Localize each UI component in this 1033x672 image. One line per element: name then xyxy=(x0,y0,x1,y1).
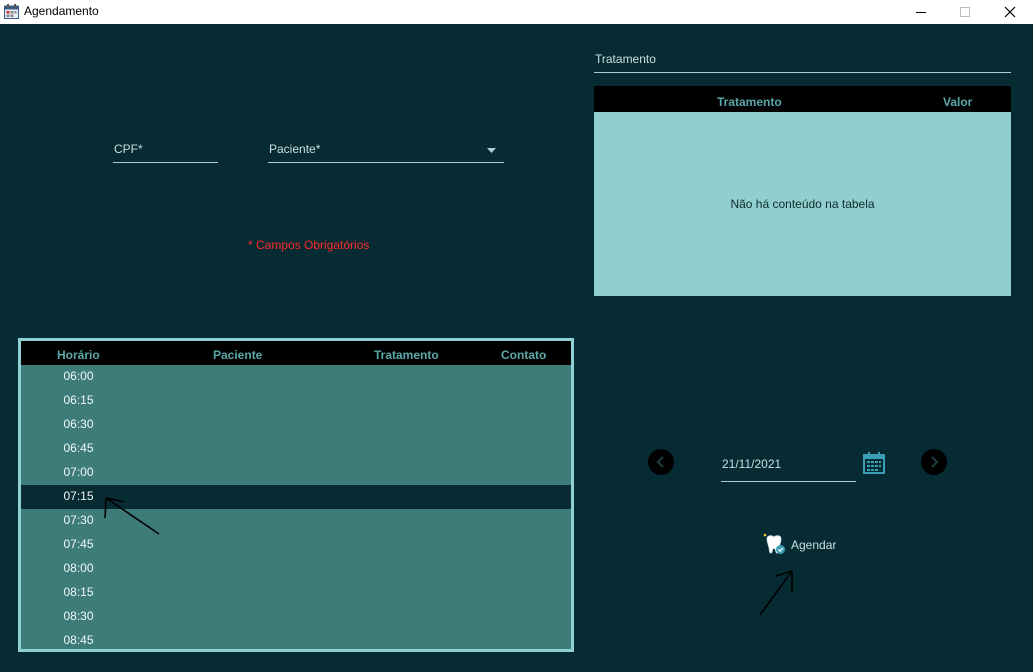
row-time: 07:45 xyxy=(63,537,94,551)
table-row[interactable]: 07:00 xyxy=(21,461,571,485)
treatment-table-header: Tratamento Valor xyxy=(594,86,1011,112)
schedule-table-header: Horário Paciente Tratamento Contato xyxy=(21,341,571,365)
maximize-button[interactable] xyxy=(942,0,988,24)
treatment-table: Tratamento Valor Não há conteúdo na tabe… xyxy=(594,86,1011,296)
minimize-icon xyxy=(916,12,926,13)
window-title: Agendamento xyxy=(24,4,99,18)
column-header-tratamento[interactable]: Tratamento xyxy=(717,95,782,109)
next-date-button[interactable] xyxy=(921,449,947,475)
row-time: 06:15 xyxy=(63,393,94,407)
table-row[interactable]: 08:30 xyxy=(21,605,571,629)
chevron-right-icon xyxy=(931,456,939,468)
table-row[interactable]: 06:15 xyxy=(21,389,571,413)
close-icon xyxy=(1004,6,1016,18)
previous-date-button[interactable] xyxy=(648,449,674,475)
row-time: 06:00 xyxy=(63,369,94,383)
title-bar: Agendamento xyxy=(0,0,1033,24)
table-row[interactable]: 08:00 xyxy=(21,557,571,581)
agendar-button[interactable]: Agendar xyxy=(762,533,842,557)
calendar-icon[interactable] xyxy=(863,452,885,474)
chevron-left-icon xyxy=(656,456,664,468)
row-time: 08:00 xyxy=(63,561,94,575)
agendar-label: Agendar xyxy=(791,538,837,552)
row-time: 08:30 xyxy=(63,609,94,623)
row-time: 08:45 xyxy=(63,633,94,647)
tratamento-label: Tratamento xyxy=(595,52,656,66)
close-button[interactable] xyxy=(987,0,1033,24)
column-header-horario[interactable]: Horário xyxy=(57,348,100,362)
tooth-icon xyxy=(763,533,785,554)
table-row[interactable]: 06:45 xyxy=(21,437,571,461)
column-header-valor[interactable]: Valor xyxy=(943,95,972,109)
empty-table-message: Não há conteúdo na tabela xyxy=(730,197,875,211)
row-time: 06:45 xyxy=(63,441,94,455)
table-row[interactable]: 08:15 xyxy=(21,581,571,605)
row-time: 08:15 xyxy=(63,585,94,599)
table-row[interactable]: 08:45 xyxy=(21,629,571,649)
chevron-down-icon xyxy=(487,148,496,153)
column-header-contato[interactable]: Contato xyxy=(501,348,546,362)
maximize-icon xyxy=(960,7,970,17)
date-value: 21/11/2021 xyxy=(722,457,782,471)
required-fields-note: * Campos Obrigatórios xyxy=(248,238,370,252)
paciente-label: Paciente* xyxy=(269,142,321,156)
paciente-select[interactable]: Paciente* xyxy=(268,136,504,163)
minimize-button[interactable] xyxy=(898,0,944,24)
cpf-label: CPF* xyxy=(114,142,143,156)
calendar-app-icon xyxy=(4,4,19,19)
annotation-arrow-icon xyxy=(759,570,793,616)
cpf-field[interactable]: CPF* xyxy=(113,136,218,163)
row-time: 07:00 xyxy=(63,465,94,479)
table-row[interactable]: 06:00 xyxy=(21,365,571,389)
date-field[interactable]: 21/11/2021 xyxy=(721,448,856,482)
tratamento-field[interactable]: Tratamento xyxy=(594,46,1011,73)
annotation-arrow-icon xyxy=(104,497,160,535)
column-header-paciente[interactable]: Paciente xyxy=(213,348,262,362)
column-header-tratamento[interactable]: Tratamento xyxy=(374,348,439,362)
table-row[interactable]: 06:30 xyxy=(21,413,571,437)
row-time: 06:30 xyxy=(63,417,94,431)
